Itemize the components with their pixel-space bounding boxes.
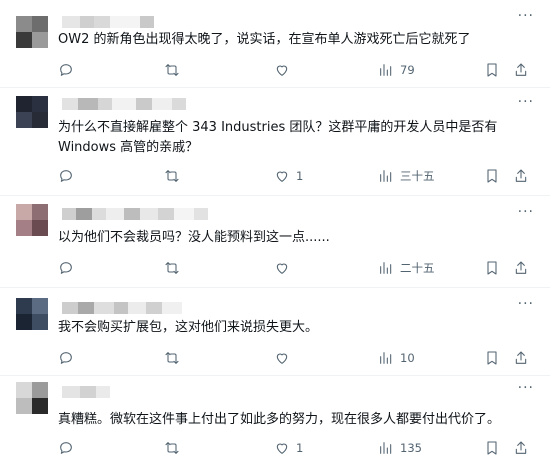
bookmark-icon [487, 351, 497, 365]
reply-button[interactable] [58, 348, 74, 368]
action-bar: 1 135 [58, 438, 534, 458]
list-item[interactable]: ··· 真糟糕。微软在这件事上付出了如此多的努力，现在很多人都要付出代价了。 1… [0, 376, 550, 463]
share-button[interactable] [513, 258, 529, 278]
share-button[interactable] [513, 166, 529, 186]
bookmark-button[interactable] [484, 438, 500, 458]
list-item[interactable]: ··· 以为他们不会裁员吗？没人能预料到这一点...... 二十五 [0, 196, 550, 288]
view-count: 135 [400, 441, 422, 455]
views-chart-icon [380, 352, 392, 364]
reply-icon [60, 170, 72, 182]
bookmark-button[interactable] [484, 348, 500, 368]
heart-icon [276, 443, 288, 454]
view-count: 二十五 [400, 261, 435, 275]
post-text: 以为他们不会裁员吗？没人能预料到这一点...... [58, 230, 330, 245]
reply-icon [60, 262, 72, 274]
reply-icon [60, 64, 72, 76]
post-text: OW2 的新角色出现得太晚了，说实话，在宣布单人游戏死亡后它就死了 [58, 32, 471, 47]
bookmark-icon [487, 169, 497, 183]
list-item[interactable]: ··· 为什么不直接解雇整个 343 Industries 团队？这群平庸的开发… [0, 88, 550, 196]
author-name-blurred[interactable] [62, 98, 186, 110]
views-button[interactable]: 135 [378, 438, 422, 458]
view-count: 10 [400, 351, 415, 365]
more-dots-icon[interactable]: ··· [518, 296, 534, 312]
author-name-blurred[interactable] [62, 208, 208, 220]
more-dots-icon[interactable]: ··· [518, 204, 534, 220]
retweet-button[interactable] [164, 166, 180, 186]
post-text: 我不会购买扩展包，这对他们来说损失更大。 [58, 320, 319, 335]
author-name-blurred[interactable] [62, 386, 110, 398]
more-dots-icon[interactable]: ··· [518, 8, 534, 24]
heart-icon [276, 171, 288, 182]
like-button[interactable]: 1 [274, 166, 303, 186]
action-bar: 二十五 [58, 258, 534, 278]
share-icon [515, 63, 527, 76]
retweet-button[interactable] [164, 348, 180, 368]
more-dots-icon[interactable]: ··· [518, 94, 534, 110]
retweet-button[interactable] [164, 438, 180, 458]
views-chart-icon [380, 442, 392, 454]
retweet-icon [165, 262, 179, 274]
share-icon [515, 261, 527, 274]
avatar[interactable] [16, 298, 48, 330]
view-count: 79 [400, 63, 415, 77]
reply-button[interactable] [58, 438, 74, 458]
bookmark-icon [487, 63, 497, 77]
heart-icon [276, 65, 288, 76]
share-button[interactable] [513, 438, 529, 458]
bookmark-button[interactable] [484, 258, 500, 278]
action-bar: 1 三十五 [58, 166, 534, 186]
retweet-button[interactable] [164, 60, 180, 80]
list-item[interactable]: ··· 我不会购买扩展包，这对他们来说损失更大。 10 [0, 288, 550, 376]
views-chart-icon [380, 262, 392, 274]
retweet-icon [165, 442, 179, 454]
views-chart-icon [380, 170, 392, 182]
bookmark-icon [487, 441, 497, 455]
like-button[interactable] [274, 258, 296, 278]
avatar[interactable] [16, 96, 48, 128]
reply-button[interactable] [58, 166, 74, 186]
retweet-button[interactable] [164, 258, 180, 278]
retweet-icon [165, 352, 179, 364]
like-count: 1 [296, 441, 304, 455]
heart-icon [276, 353, 288, 364]
reply-feed: ··· OW2 的新角色出现得太晚了，说实话，在宣布单人游戏死亡后它就死了 79… [0, 0, 550, 463]
more-dots-icon[interactable]: ··· [518, 380, 534, 396]
action-bar: 10 [58, 348, 534, 368]
like-button[interactable]: 1 [274, 438, 303, 458]
views-button[interactable]: 三十五 [378, 166, 435, 186]
share-button[interactable] [513, 60, 529, 80]
author-name-blurred[interactable] [62, 16, 154, 28]
reply-button[interactable] [58, 258, 74, 278]
post-text: 真糟糕。微软在这件事上付出了如此多的努力，现在很多人都要付出代价了。 [58, 412, 501, 427]
like-button[interactable] [274, 348, 296, 368]
share-icon [515, 351, 527, 364]
views-chart-icon [380, 64, 392, 76]
avatar[interactable] [16, 204, 48, 236]
reply-button[interactable] [58, 60, 74, 80]
views-button[interactable]: 79 [378, 60, 415, 80]
action-bar: 79 [58, 60, 534, 80]
share-icon [515, 441, 527, 454]
reply-icon [60, 352, 72, 364]
retweet-icon [165, 64, 179, 76]
bookmark-button[interactable] [484, 166, 500, 186]
reply-icon [60, 442, 72, 454]
avatar[interactable] [16, 16, 48, 48]
views-button[interactable]: 10 [378, 348, 415, 368]
like-count: 1 [296, 169, 304, 183]
list-item[interactable]: ··· OW2 的新角色出现得太晚了，说实话，在宣布单人游戏死亡后它就死了 79 [0, 0, 550, 88]
retweet-icon [165, 170, 179, 182]
views-button[interactable]: 二十五 [378, 258, 435, 278]
avatar[interactable] [16, 382, 48, 414]
post-text: 为什么不直接解雇整个 343 Industries 团队？这群平庸的开发人员中是… [58, 120, 498, 155]
share-button[interactable] [513, 348, 529, 368]
heart-icon [276, 263, 288, 274]
bookmark-button[interactable] [484, 60, 500, 80]
bookmark-icon [487, 261, 497, 275]
author-name-blurred[interactable] [62, 302, 182, 314]
share-icon [515, 169, 527, 182]
like-button[interactable] [274, 60, 296, 80]
view-count: 三十五 [400, 169, 435, 183]
